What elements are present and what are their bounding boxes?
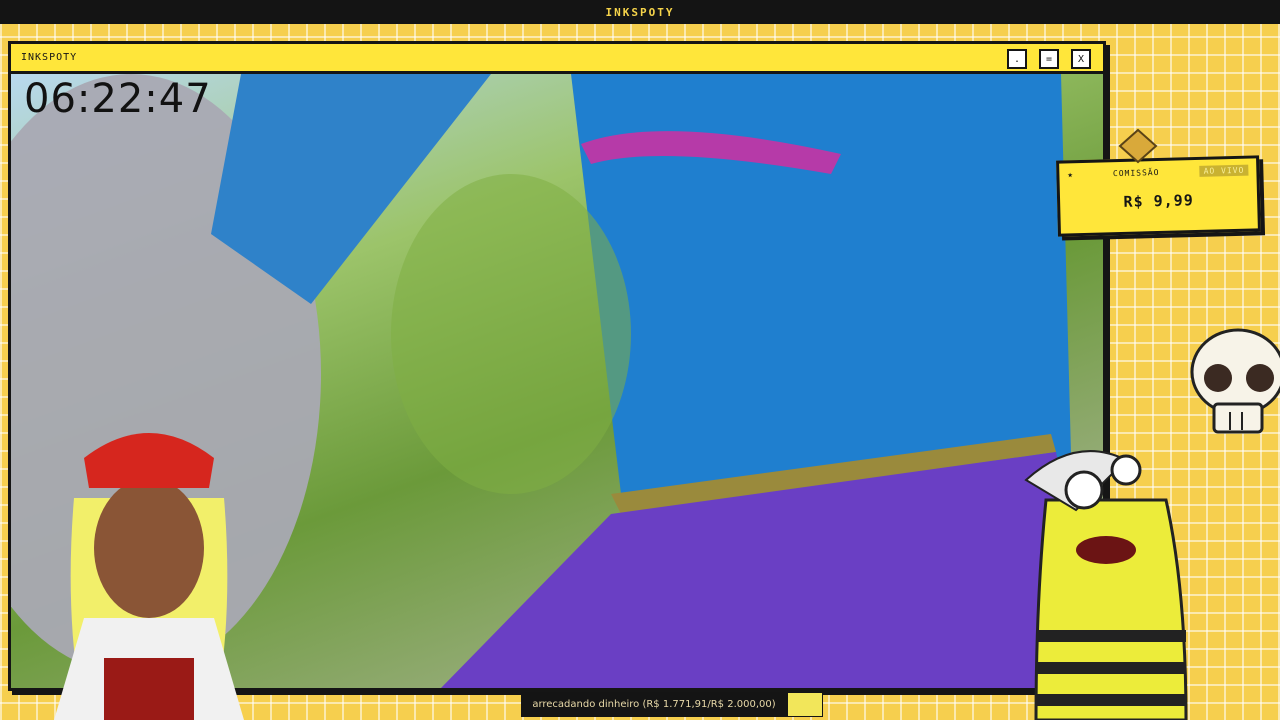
- skull-icon: [1190, 328, 1280, 434]
- stream-timer: 06:22:47: [24, 76, 212, 122]
- donation-progress-fill: [787, 693, 822, 716]
- commission-card: ★ COMISSÃO AO VIVO R$ 9,99: [1056, 155, 1261, 237]
- maximize-button[interactable]: =: [1039, 49, 1059, 69]
- close-button[interactable]: X: [1071, 49, 1091, 69]
- window-title-bar[interactable]: INKSPOTY . = X: [11, 44, 1103, 74]
- blurred-foliage: [391, 174, 631, 494]
- commission-price: R$ 9,99: [1123, 191, 1194, 211]
- live-badge: AO VIVO: [1199, 164, 1249, 177]
- window-controls: . = X: [1007, 49, 1091, 69]
- app-title: INKSPOTY: [605, 5, 675, 19]
- diamond-sticker-icon: [1118, 128, 1158, 164]
- app-title-bar: INKSPOTY: [0, 0, 1280, 24]
- commission-label: COMISSÃO: [1112, 167, 1160, 179]
- left-avatar: [54, 433, 244, 720]
- minimize-button[interactable]: .: [1007, 49, 1027, 69]
- window-title: INKSPOTY: [21, 52, 78, 63]
- donation-progress-bar: arrecadando dinheiro (R$ 1.771,91/R$ 2.0…: [521, 692, 823, 717]
- donation-progress-text: arrecadando dinheiro (R$ 1.771,91/R$ 2.0…: [532, 699, 776, 710]
- right-avatar: [1024, 450, 1188, 720]
